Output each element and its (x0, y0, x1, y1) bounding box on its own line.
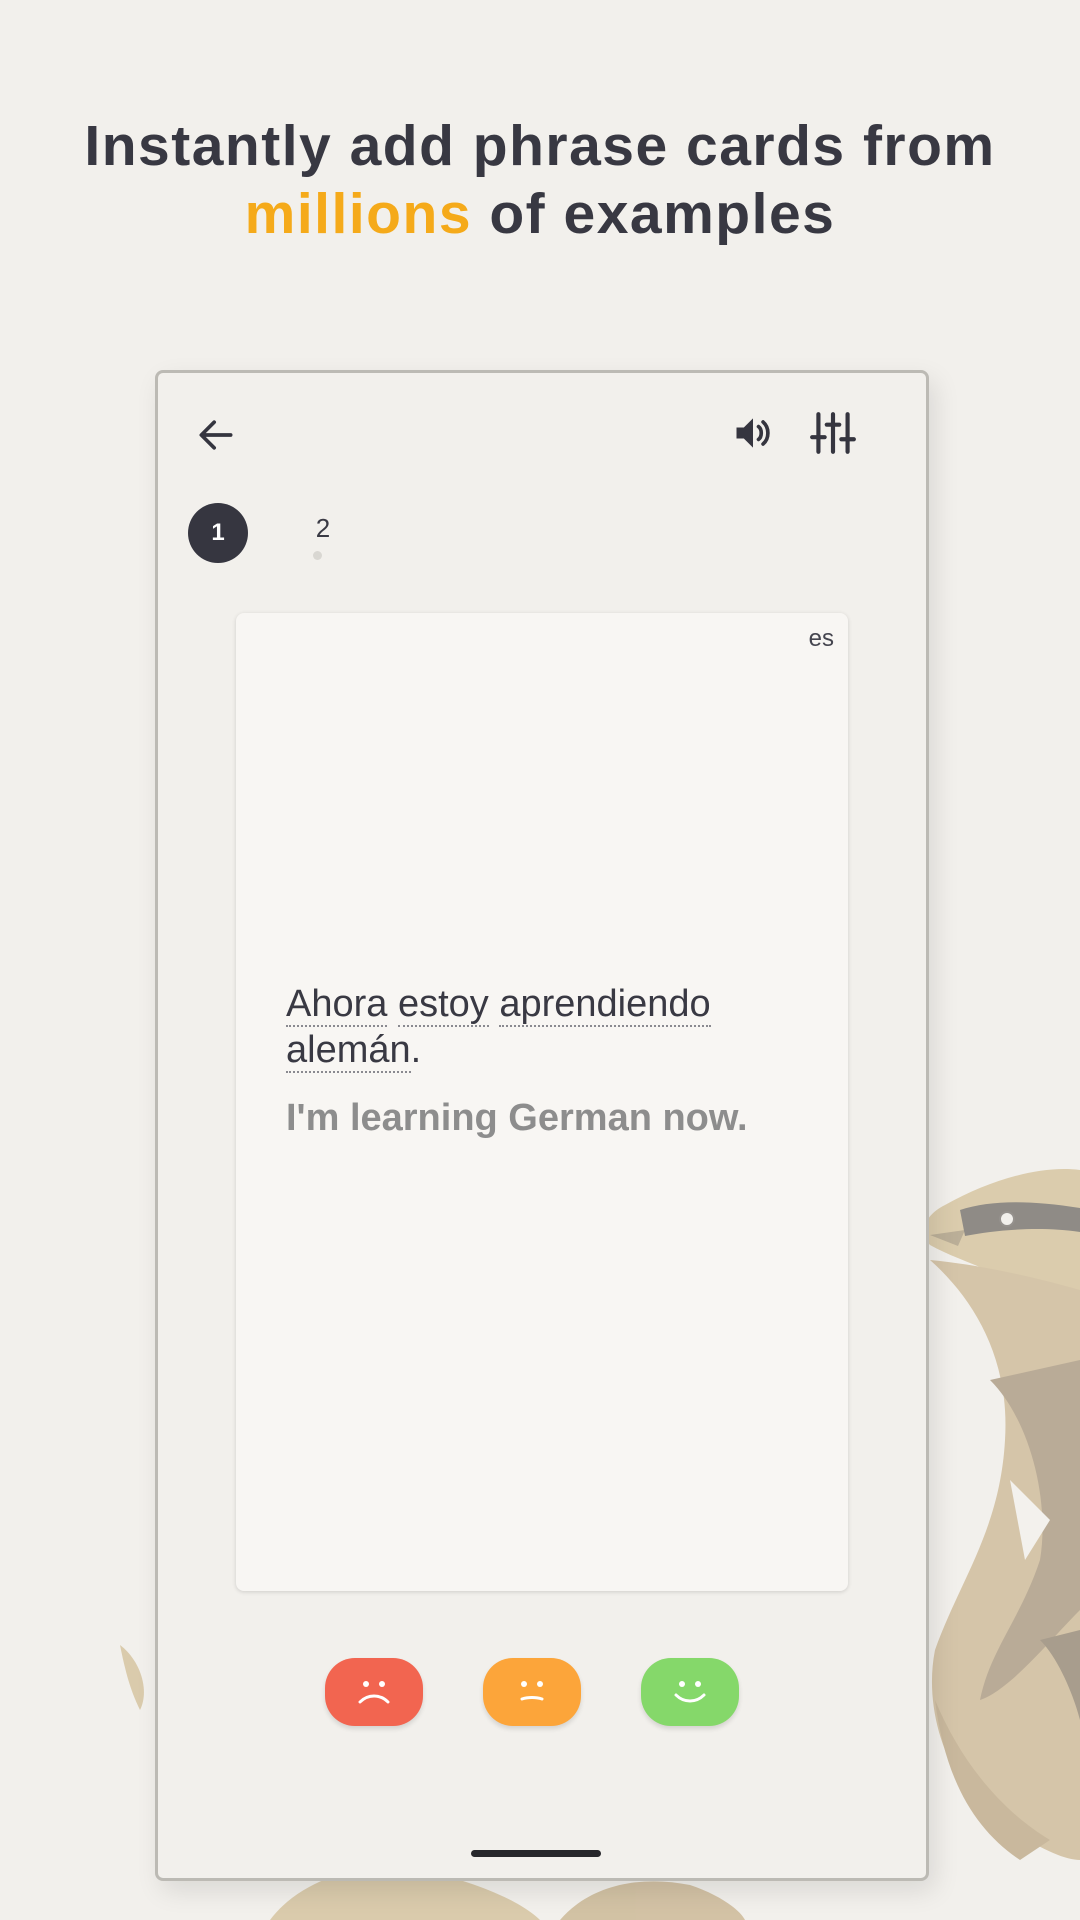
phrase: Ahora estoy aprendiendo alemán. I'm lear… (286, 981, 798, 1141)
sentence-period: . (410, 1029, 422, 1071)
word-estoy[interactable]: estoy (397, 983, 489, 1027)
step-2-dot (313, 551, 322, 560)
headline: Instantly add phrase cards from millions… (0, 112, 1080, 248)
word-aleman[interactable]: alemán (286, 1029, 411, 1073)
headline-rest: of examples (472, 182, 836, 246)
word-ahora[interactable]: Ahora (286, 983, 388, 1027)
settings-button[interactable] (798, 398, 868, 468)
sound-button[interactable] (718, 398, 788, 468)
arrow-left-icon (199, 420, 233, 450)
sliders-icon (810, 412, 856, 454)
rate-ok-button[interactable] (483, 1658, 581, 1726)
speaker-icon (736, 418, 770, 448)
headline-line1: Instantly add phrase cards from (84, 114, 996, 178)
rate-hard-button[interactable] (325, 1658, 423, 1726)
language-tag: es (808, 625, 834, 652)
step-2[interactable]: 2 (303, 503, 343, 563)
word-aprendiendo[interactable]: aprendiendo (499, 983, 711, 1027)
headline-accent: millions (244, 182, 473, 246)
happy-face-icon (674, 1681, 706, 1703)
neutral-face-icon (520, 1681, 544, 1701)
headline-line2: millions of examples (0, 180, 1080, 248)
spanish-sentence: Ahora estoy aprendiendo alemán. (286, 981, 798, 1073)
rate-easy-button[interactable] (641, 1658, 739, 1726)
phone-frame: 1 2 es Ahora estoy aprendiendo alemán. I… (155, 370, 929, 1881)
home-indicator[interactable] (471, 1850, 601, 1857)
english-translation: I'm learning German now. (286, 1097, 748, 1139)
back-button[interactable] (181, 400, 251, 470)
step-1[interactable]: 1 (188, 503, 248, 563)
sad-face-icon (358, 1681, 390, 1704)
phrase-card[interactable]: es Ahora estoy aprendiendo alemán. I'm l… (236, 613, 848, 1591)
